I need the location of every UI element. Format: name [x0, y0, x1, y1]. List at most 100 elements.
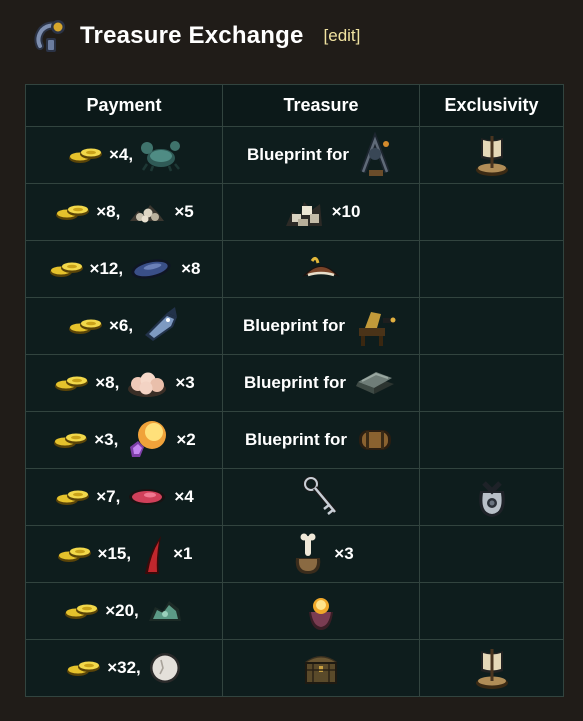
exclusivity-cell: [419, 639, 564, 697]
payment-items: ×7, ×4: [26, 485, 222, 509]
fish-icon: [139, 305, 181, 347]
payment-quantity: ×1: [173, 544, 193, 563]
table-row: ×15, ×1 ×3: [25, 525, 564, 583]
payment-items: ×15, ×1: [26, 532, 222, 576]
exclusivity-cell: [419, 126, 564, 184]
payment-items: ×8, ×3: [26, 367, 222, 399]
table-row: ×20,: [25, 582, 564, 640]
payment-cell: ×4,: [25, 126, 223, 184]
header-exclusivity: Exclusivity: [419, 84, 564, 127]
payment-quantity: ×6,: [108, 316, 134, 335]
stone-slab-icon: [352, 364, 398, 402]
crab-icon: [139, 138, 181, 172]
payment-cell: ×20,: [25, 582, 223, 640]
gold-coins-icon: [53, 372, 89, 394]
rocks-icon: [282, 192, 326, 232]
exclusivity-item: [420, 645, 563, 691]
treasure-label: Blueprint for: [244, 373, 346, 392]
gold-coins-icon: [54, 486, 90, 508]
key-icon: [299, 474, 343, 520]
mussel-icon: [129, 255, 175, 283]
payment-cell: ×6,: [25, 297, 223, 355]
gold-coins-icon: [54, 201, 90, 223]
payment-quantity: ×3,: [94, 430, 119, 449]
table-row: ×8, ×3 Blueprint for: [25, 354, 564, 412]
pearls-icon: [125, 367, 169, 399]
page-title: Treasure Exchange: [80, 22, 304, 49]
exclusivity-cell: [419, 183, 564, 241]
table-row: ×4, Blueprint for: [25, 126, 564, 184]
treasure-cell: ×3: [222, 525, 420, 583]
payment-cell: ×3, ×2: [25, 411, 223, 469]
payment-items: ×3, ×2: [26, 417, 222, 463]
payment-items: ×12, ×8: [26, 255, 222, 283]
payment-cell: ×7, ×4: [25, 468, 223, 526]
payment-quantity: ×7,: [96, 487, 121, 506]
gold-coins-icon: [65, 657, 101, 679]
payment-quantity: ×20,: [105, 601, 139, 620]
treasure-item: ×10: [223, 192, 419, 232]
treasure-item: Blueprint for: [223, 424, 419, 456]
red-shell-icon: [126, 485, 168, 509]
treasure-item: [223, 474, 419, 520]
gold-coins-icon: [67, 315, 103, 337]
crafting-station-icon: [355, 132, 395, 178]
gold-coins-icon: [48, 258, 84, 280]
treasure-cell: Blueprint for: [222, 126, 420, 184]
treasure-cell: Blueprint for: [222, 411, 420, 469]
treasure-item: [223, 253, 419, 285]
hook-key-icon: [30, 16, 70, 56]
exclusivity-cell: [419, 525, 564, 583]
bone-sack-icon: [288, 532, 328, 576]
payment-quantity: ×4: [174, 487, 194, 506]
treasure-item: Blueprint for: [223, 304, 419, 348]
rock-pile-icon: [126, 199, 168, 225]
table-row: ×7, ×4: [25, 468, 564, 526]
treasure-label: Blueprint for: [245, 430, 347, 449]
gold-coins-icon: [52, 429, 88, 451]
white-egg-icon: [147, 650, 183, 686]
treasure-cell: [222, 582, 420, 640]
edit-link[interactable]: [edit]: [324, 26, 361, 46]
gold-coins-icon: [67, 144, 103, 166]
payment-items: ×8, ×5: [26, 199, 222, 225]
payment-quantity: ×15,: [97, 544, 132, 563]
table-row: ×32,: [25, 639, 564, 697]
treasure-item: Blueprint for: [223, 364, 419, 402]
payment-items: ×32,: [26, 650, 222, 686]
sail-boat-icon: [469, 645, 515, 691]
red-fin-icon: [137, 532, 167, 576]
payment-quantity: ×2: [176, 430, 196, 449]
payment-quantity: ×8: [181, 259, 201, 278]
treasure-label: Blueprint for: [247, 145, 349, 164]
treasure-cell: Blueprint for: [222, 354, 420, 412]
edit-link-text[interactable]: [edit]: [324, 26, 361, 45]
payment-quantity: ×3: [175, 373, 195, 392]
treasure-cell: ×10: [222, 183, 420, 241]
payment-quantity: ×32,: [107, 658, 141, 677]
payment-quantity: ×4,: [108, 145, 134, 164]
table-row: ×8, ×5 ×10: [25, 183, 564, 241]
payment-cell: ×8, ×5: [25, 183, 223, 241]
gold-coins-icon: [63, 600, 99, 622]
exclusivity-cell: [419, 240, 564, 298]
page-header: Treasure Exchange [edit]: [30, 14, 360, 58]
exclusivity-cell: [419, 297, 564, 355]
payment-quantity: ×5: [174, 202, 194, 221]
treasure-cell: [222, 240, 420, 298]
cannon-station-icon: [351, 304, 399, 348]
treasure-cell: [222, 468, 420, 526]
exclusivity-item: [420, 473, 563, 521]
merchant-sack-icon: [470, 473, 514, 521]
header-treasure: Treasure: [222, 84, 420, 127]
payment-quantity: ×8,: [96, 202, 121, 221]
payment-cell: ×32,: [25, 639, 223, 697]
treasure-item: [223, 648, 419, 688]
payment-cell: ×8, ×3: [25, 354, 223, 412]
payment-cell: ×15, ×1: [25, 525, 223, 583]
exclusivity-cell: [419, 411, 564, 469]
glowing-orb-icon: [301, 590, 341, 632]
treasure-label: Blueprint for: [243, 316, 345, 335]
exclusivity-item: [420, 132, 563, 178]
payment-items: ×4,: [26, 138, 222, 172]
